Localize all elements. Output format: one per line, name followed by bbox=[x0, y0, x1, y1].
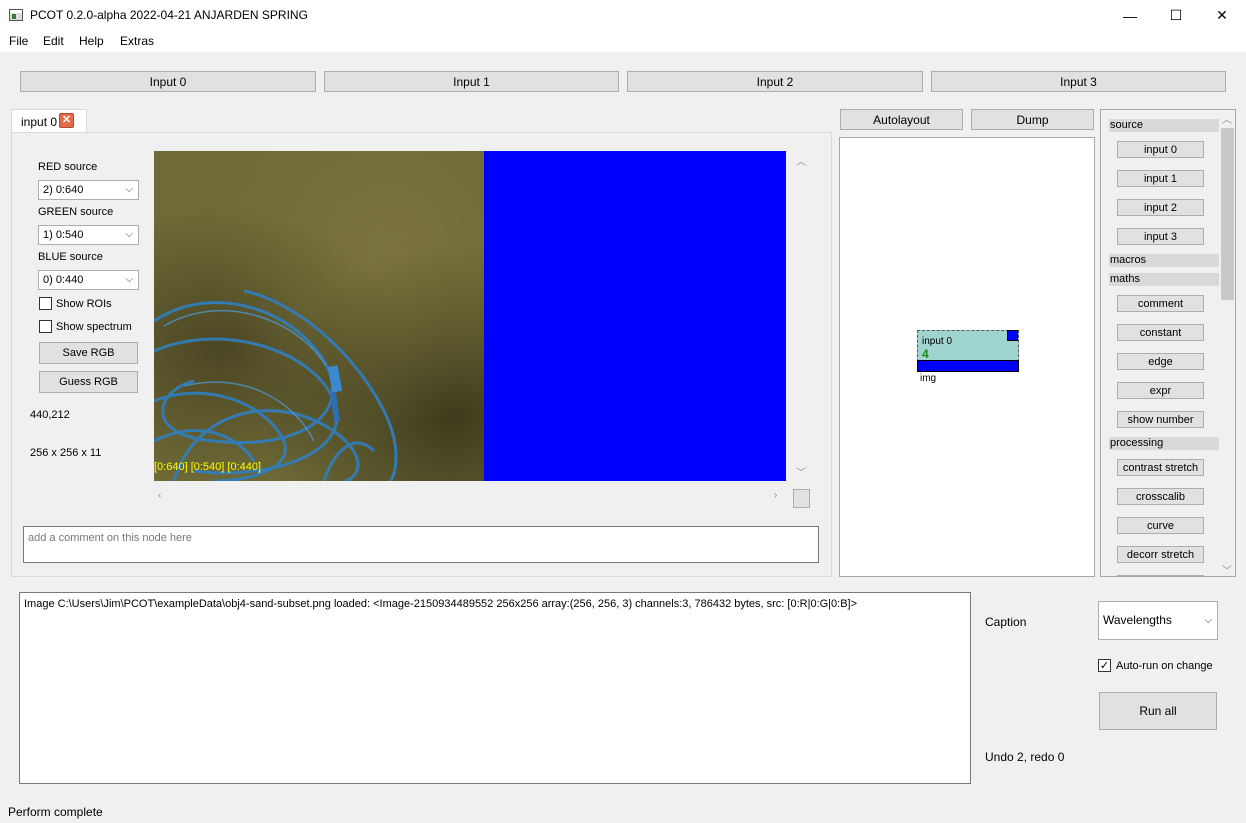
green-source-value: 1) 0:540 bbox=[43, 229, 84, 241]
pixel-coords: 440,212 bbox=[30, 409, 70, 421]
minimize-button[interactable]: — bbox=[1107, 0, 1153, 31]
show-spectrum-checkbox[interactable] bbox=[39, 320, 52, 333]
palette-item-comment[interactable]: comment bbox=[1117, 295, 1204, 312]
tab-input-0[interactable]: input 0 ✕ bbox=[11, 109, 87, 133]
tab-close-icon[interactable]: ✕ bbox=[59, 113, 74, 128]
dump-button[interactable]: Dump bbox=[971, 109, 1094, 130]
graph-canvas[interactable]: input 0 4 img bbox=[839, 137, 1095, 577]
node-output-label: img bbox=[920, 373, 937, 384]
window-title: PCOT 0.2.0-alpha 2022-04-21 ANJARDEN SPR… bbox=[30, 8, 308, 22]
palette-item-edge[interactable]: edge bbox=[1117, 353, 1204, 370]
image-channel-caption: [0:640] [0:540] [0:440] bbox=[154, 461, 262, 473]
scroll-corner-button[interactable] bbox=[793, 489, 810, 508]
status-bar: Perform complete bbox=[8, 805, 103, 819]
menu-help[interactable]: Help bbox=[79, 34, 104, 48]
autorun-label: Auto-run on change bbox=[1116, 660, 1213, 672]
scroll-down-icon[interactable]: ﹀ bbox=[1222, 562, 1232, 576]
palette-item-curve[interactable]: curve bbox=[1117, 517, 1204, 534]
autolayout-button[interactable]: Autolayout bbox=[840, 109, 963, 130]
scroll-up-icon[interactable]: ︿ bbox=[796, 153, 806, 168]
input-3-button[interactable]: Input 3 bbox=[931, 71, 1226, 92]
vertical-scrollbar[interactable]: ︿ ﹀ bbox=[793, 151, 809, 481]
palette-item-input-0[interactable]: input 0 bbox=[1117, 141, 1204, 158]
input-1-button[interactable]: Input 1 bbox=[324, 71, 619, 92]
menu-bar: File Edit Help Extras bbox=[0, 31, 1246, 52]
palette-header-maths[interactable]: maths bbox=[1109, 273, 1219, 286]
palette-item-partial[interactable] bbox=[1117, 575, 1204, 576]
palette-item-input-2[interactable]: input 2 bbox=[1117, 199, 1204, 216]
image-canvas[interactable] bbox=[154, 151, 786, 481]
blue-channel-image bbox=[484, 151, 786, 481]
log-output[interactable]: Image C:\Users\Jim\PCOT\exampleData\obj4… bbox=[19, 592, 971, 784]
image-dimensions: 256 x 256 x 11 bbox=[30, 447, 102, 459]
green-source-label: GREEN source bbox=[38, 206, 114, 218]
show-rois-label: Show ROIs bbox=[56, 298, 112, 310]
node-palette: source input 0 input 1 input 2 input 3 m… bbox=[1100, 109, 1236, 577]
scroll-left-icon[interactable]: ‹ bbox=[158, 490, 161, 501]
menu-extras[interactable]: Extras bbox=[120, 34, 154, 48]
autorun-checkbox[interactable]: ✓ bbox=[1098, 659, 1111, 672]
caption-label: Caption bbox=[985, 615, 1027, 629]
palette-item-expr[interactable]: expr bbox=[1117, 382, 1204, 399]
undo-redo-status: Undo 2, redo 0 bbox=[985, 750, 1065, 764]
blue-source-label: BLUE source bbox=[38, 251, 103, 263]
palette-item-show-number[interactable]: show number bbox=[1117, 411, 1204, 428]
node-title: input 0 bbox=[922, 336, 953, 347]
run-all-button[interactable]: Run all bbox=[1099, 692, 1217, 730]
node-corner-marker bbox=[1007, 330, 1018, 341]
palette-scroll-thumb[interactable] bbox=[1221, 128, 1234, 300]
menu-file[interactable]: File bbox=[9, 34, 28, 48]
palette-item-crosscalib[interactable]: crosscalib bbox=[1117, 488, 1204, 505]
save-rgb-button[interactable]: Save RGB bbox=[39, 342, 138, 364]
palette-header-processing[interactable]: processing bbox=[1109, 437, 1219, 450]
chevron-down-icon: ⌵ bbox=[125, 184, 133, 195]
caption-select[interactable]: Wavelengths ⌵ bbox=[1098, 601, 1218, 640]
cable-image bbox=[154, 289, 398, 481]
scroll-up-icon[interactable]: ︿ bbox=[1222, 111, 1232, 126]
app-icon bbox=[9, 9, 23, 21]
palette-item-constant[interactable]: constant bbox=[1117, 324, 1204, 341]
palette-item-input-3[interactable]: input 3 bbox=[1117, 228, 1204, 245]
red-source-select[interactable]: 2) 0:640 ⌵ bbox=[38, 180, 139, 200]
palette-item-decorr-stretch[interactable]: decorr stretch bbox=[1117, 546, 1204, 563]
check-icon: ✓ bbox=[1099, 660, 1110, 672]
red-source-value: 2) 0:640 bbox=[43, 184, 84, 196]
palette-header-source[interactable]: source bbox=[1109, 119, 1219, 132]
tab-label: input 0 bbox=[21, 115, 58, 129]
scroll-down-icon[interactable]: ﹀ bbox=[796, 464, 806, 479]
scroll-right-icon[interactable]: › bbox=[774, 490, 777, 501]
title-bar: PCOT 0.2.0-alpha 2022-04-21 ANJARDEN SPR… bbox=[0, 0, 1246, 31]
palette-scrollbar[interactable]: ︿ ﹀ bbox=[1219, 110, 1235, 576]
sand-image bbox=[154, 151, 484, 481]
menu-edit[interactable]: Edit bbox=[43, 34, 64, 48]
blue-source-select[interactable]: 0) 0:440 ⌵ bbox=[38, 270, 139, 290]
graph-node-input-0[interactable]: input 0 4 bbox=[917, 330, 1019, 372]
palette-item-input-1[interactable]: input 1 bbox=[1117, 170, 1204, 187]
blue-source-value: 0) 0:440 bbox=[43, 274, 84, 286]
horizontal-scrollbar[interactable]: ‹ › bbox=[154, 489, 786, 506]
caption-value: Wavelengths bbox=[1103, 613, 1172, 627]
show-rois-checkbox[interactable] bbox=[39, 297, 52, 310]
chevron-down-icon: ⌵ bbox=[125, 229, 133, 240]
node-comment-input[interactable]: add a comment on this node here bbox=[23, 526, 819, 563]
chevron-down-icon: ⌵ bbox=[125, 274, 133, 285]
green-source-select[interactable]: 1) 0:540 ⌵ bbox=[38, 225, 139, 245]
guess-rgb-button[interactable]: Guess RGB bbox=[39, 371, 138, 393]
chevron-down-icon: ⌵ bbox=[1204, 615, 1212, 626]
red-source-label: RED source bbox=[38, 161, 98, 173]
maximize-button[interactable]: ☐ bbox=[1153, 0, 1199, 31]
input-0-button[interactable]: Input 0 bbox=[20, 71, 316, 92]
input-2-button[interactable]: Input 2 bbox=[627, 71, 923, 92]
palette-header-macros[interactable]: macros bbox=[1109, 254, 1219, 267]
node-output-connector[interactable] bbox=[917, 360, 1019, 372]
palette-item-contrast-stretch[interactable]: contrast stretch bbox=[1117, 459, 1204, 476]
node-count: 4 bbox=[922, 347, 929, 361]
close-window-button[interactable]: ✕ bbox=[1199, 0, 1245, 31]
show-spectrum-label: Show spectrum bbox=[56, 321, 132, 333]
